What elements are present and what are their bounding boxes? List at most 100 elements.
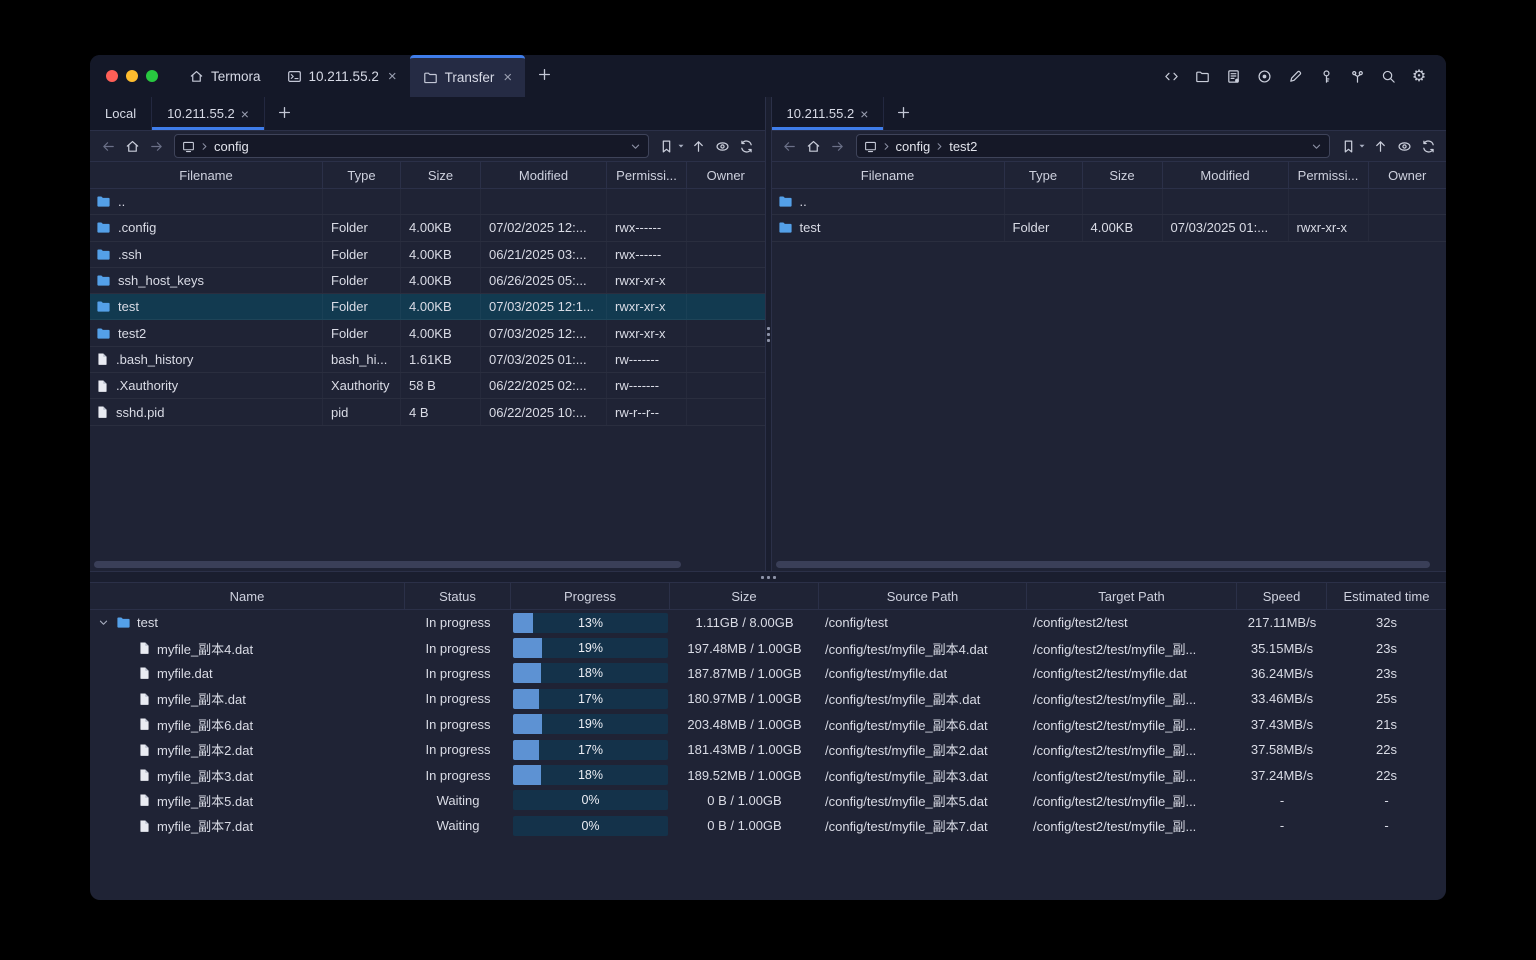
transfer-row[interactable]: test In progress 13% 1.11GB / 8.00GB/config… [90,610,1446,635]
transfer-row[interactable]: myfile.dat In progress 18% 187.87MB / 1.00G… [90,661,1446,686]
window-tab-transfer[interactable]: Transfer × [409,55,526,97]
refresh-icon[interactable] [737,136,757,156]
path-segment[interactable]: config [214,139,249,154]
file-row[interactable]: test Folder 4.00KB 07/03/2025 12:1... rwxr-x… [90,294,765,321]
transfer-row[interactable]: myfile_副本6.dat In progress 19% 203.48MB / 1… [90,712,1446,737]
transfer-row[interactable]: myfile_副本4.dat In progress 19% 197.48MB / 1… [90,635,1446,660]
column-header[interactable]: Modified [1163,162,1289,188]
transfer-size: 180.97MB / 1.00GB [687,691,802,707]
column-header[interactable]: Progress [511,583,670,609]
path-segment[interactable]: test2 [949,139,977,154]
column-header[interactable]: Speed [1237,583,1327,609]
column-header[interactable]: Filename [772,162,1005,188]
code-icon[interactable] [1160,65,1182,87]
column-header[interactable]: Filename [90,162,323,188]
file-row[interactable]: .ssh Folder 4.00KB 06/21/2025 03:... rwx----… [90,242,765,268]
right-new-panel-tab-button[interactable] [884,97,923,130]
file-row[interactable]: ssh_host_keys Folder 4.00KB 06/26/2025 05:.… [90,268,765,295]
forward-arrow-icon[interactable] [828,136,848,156]
column-header[interactable]: Type [323,162,401,188]
expand-chevron-icon[interactable] [96,617,110,628]
transfer-progress: 17% [511,688,670,709]
left-new-panel-tab-button[interactable] [265,97,304,130]
file-icon [96,379,109,393]
back-arrow-icon[interactable] [780,136,800,156]
horizontal-scrollbar[interactable] [94,561,681,568]
zoom-window-button[interactable] [146,70,158,82]
path-segment[interactable]: config [896,139,931,154]
upload-arrow-icon[interactable] [1370,136,1390,156]
column-header[interactable]: Target Path [1027,583,1237,609]
left-panel-tab[interactable]: 10.211.55.2 × [152,97,265,130]
close-icon[interactable]: × [860,107,868,121]
left-path-breadcrumb[interactable]: config [174,134,649,158]
file-row[interactable]: .bash_history bash_hi... 1.61KB 07/03/2025 … [90,347,765,374]
folder-outline-icon[interactable] [1191,65,1213,87]
file-row[interactable]: .config Folder 4.00KB 07/02/2025 12:... rwx-… [90,215,765,242]
keychain-icon[interactable] [1346,65,1368,87]
horizontal-splitter[interactable] [90,571,1446,583]
forward-arrow-icon[interactable] [146,136,166,156]
column-header[interactable]: Size [401,162,481,188]
file-row[interactable]: test2 Folder 4.00KB 07/03/2025 12:... rwxr-x… [90,320,765,347]
column-header[interactable]: Size [1083,162,1163,188]
file-size: 1.61KB [401,347,481,372]
refresh-icon[interactable] [1418,136,1438,156]
close-window-button[interactable] [106,70,118,82]
key-icon[interactable] [1315,65,1337,87]
horizontal-scrollbar[interactable] [775,561,1430,568]
transfer-row[interactable]: myfile_副本7.dat Waiting 0% 0 B / 1.00GB/conf… [90,813,1446,838]
search-icon[interactable] [1377,65,1399,87]
column-header[interactable]: Owner [1369,162,1447,188]
bookmark-icon[interactable] [657,136,677,156]
column-header[interactable]: Estimated time [1327,583,1446,609]
path-dropdown-icon[interactable] [630,141,641,152]
home-icon[interactable] [804,136,824,156]
column-header[interactable]: Owner [687,162,765,188]
bookmark-icon[interactable] [1338,136,1358,156]
file-row[interactable]: test Folder 4.00KB 07/03/2025 01:... rwxr-xr… [771,215,1446,242]
vertical-splitter[interactable] [764,97,772,571]
show-hidden-eye-icon[interactable] [1394,136,1414,156]
transfer-eta: 32s [1376,615,1397,631]
close-icon[interactable]: × [503,70,512,85]
column-header[interactable]: Modified [481,162,607,188]
column-header[interactable]: Name [90,583,405,609]
file-row[interactable]: sshd.pid pid 4 B 06/22/2025 10:... rw-r--r-- [90,399,765,426]
transfer-size: 187.87MB / 1.00GB [687,665,802,681]
transfer-row[interactable]: myfile_副本5.dat Waiting 0% 0 B / 1.00GB/conf… [90,788,1446,813]
record-icon[interactable] [1253,65,1275,87]
file-row[interactable]: .. [90,189,765,216]
bookmark-dropdown-icon[interactable] [677,142,685,150]
transfer-row[interactable]: myfile_副本3.dat In progress 18% 189.52MB / 1… [90,762,1446,787]
column-header[interactable]: Type [1005,162,1083,188]
column-header[interactable]: Status [405,583,511,609]
path-dropdown-icon[interactable] [1311,141,1322,152]
edit-icon[interactable] [1284,65,1306,87]
back-arrow-icon[interactable] [98,136,118,156]
progress-percent: 17% [577,691,604,706]
window-tab-host[interactable]: 10.211.55.2 × [274,55,410,97]
window-tab-termora[interactable]: Termora [176,55,274,97]
new-window-tab-button[interactable] [525,55,564,97]
close-icon[interactable]: × [388,69,397,84]
column-header[interactable]: Source Path [819,583,1027,609]
right-panel-tab[interactable]: 10.211.55.2 × [771,97,885,130]
minimize-window-button[interactable] [126,70,138,82]
column-header[interactable]: Size [670,583,819,609]
left-panel-tab[interactable]: Local [90,97,153,130]
bookmark-dropdown-icon[interactable] [1358,142,1366,150]
transfer-row[interactable]: myfile_副本.dat In progress 17% 180.97MB / 1.… [90,686,1446,711]
file-row[interactable]: .Xauthority Xauthority 58 B 06/22/2025 02:.… [90,373,765,400]
right-path-breadcrumb[interactable]: config test2 [855,134,1330,158]
transfer-row[interactable]: myfile_副本2.dat In progress 17% 181.43MB / 1… [90,737,1446,762]
upload-arrow-icon[interactable] [689,136,709,156]
file-row[interactable]: .. [771,189,1446,216]
log-icon[interactable] [1222,65,1244,87]
settings-icon[interactable]: ⚙ [1408,65,1430,87]
show-hidden-eye-icon[interactable] [713,136,733,156]
column-header[interactable]: Permissi... [1289,162,1369,188]
column-header[interactable]: Permissi... [607,162,687,188]
close-icon[interactable]: × [241,107,249,121]
home-icon[interactable] [122,136,142,156]
